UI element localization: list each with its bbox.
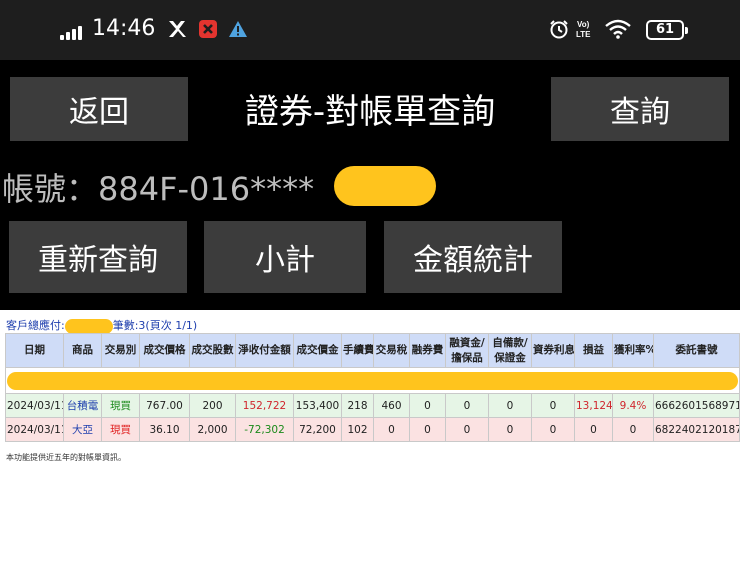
cell-price: 36.10 (139, 417, 190, 442)
svg-text:Vo): Vo) (577, 20, 590, 29)
redaction-mask (64, 318, 113, 334)
cell-trade-type: 現買 (101, 393, 140, 418)
col-product: 商品 (63, 333, 102, 368)
cell-shares: 2,000 (189, 417, 236, 442)
col-trade-type: 交易別 (101, 333, 140, 368)
cell-return-rate: 9.4% (612, 393, 654, 418)
warning-icon (229, 21, 247, 37)
account-number: 帳號：884F-016**** (2, 170, 315, 208)
cell-product[interactable]: 大亞 (63, 417, 102, 442)
col-net-amount: 淨收付金額 (235, 333, 294, 368)
status-bar: 14:46 Vo) LTE 61 (0, 0, 740, 60)
col-margin-collateral: 融資金/擔保品 (445, 333, 489, 368)
battery-icon: 61 (646, 20, 688, 40)
cell-deposit: 0 (488, 393, 532, 418)
col-fee: 手續費 (341, 333, 374, 368)
cell-interest: 0 (531, 393, 575, 418)
cell-short-fee: 0 (409, 393, 446, 418)
col-shares: 成交股數 (189, 333, 236, 368)
col-pnl: 損益 (574, 333, 613, 368)
col-order-number: 委託書號 (653, 333, 740, 368)
cell-return-rate: 0 (612, 417, 654, 442)
cell-order-number: 68224021201870 (653, 417, 740, 442)
signal-icon (60, 26, 86, 40)
cell-margin-collateral: 0 (445, 393, 489, 418)
cell-tax: 0 (373, 417, 410, 442)
cell-price: 767.00 (139, 393, 190, 418)
table-header-row: 日期 商品 交易別 成交價格 成交股數 淨收付金額 成交價金 手續費 交易稅 融… (5, 333, 740, 368)
cell-tax: 460 (373, 393, 410, 418)
cell-trade-type: 現買 (101, 417, 140, 442)
page-title: 證券-對帳單查詢 (244, 92, 496, 132)
cell-order-number: 66626015689710 (653, 393, 740, 418)
redacted-row (5, 367, 740, 394)
statement-table: 日期 商品 交易別 成交價格 成交股數 淨收付金額 成交價金 手續費 交易稅 融… (5, 333, 740, 442)
footnote: 本功能提供近五年的對帳單資訊。 (6, 453, 126, 462)
col-interest: 資券利息 (531, 333, 575, 368)
summary-count: 筆數:3(頁次 1/1) (112, 319, 198, 332)
app-x-icon (169, 21, 186, 37)
redaction-mask (7, 371, 738, 390)
requery-button[interactable]: 重新查詢 (9, 221, 187, 293)
cell-date: 2024/03/11 (5, 417, 64, 442)
cell-fee: 102 (341, 417, 374, 442)
col-price: 成交價格 (139, 333, 190, 368)
notification-x-icon (199, 20, 217, 38)
report-summary: 客戶總應付: 筆數:3(頁次 1/1) (6, 317, 197, 334)
alarm-icon (550, 20, 568, 39)
cell-product[interactable]: 台積電 (63, 393, 102, 418)
col-trade-value: 成交價金 (293, 333, 342, 368)
col-short-fee: 融券費 (409, 333, 446, 368)
col-deposit: 自備款/保證金 (488, 333, 532, 368)
table-row[interactable]: 2024/03/11 台積電 現買 767.00 200 152,722 153… (5, 393, 740, 418)
cell-pnl: 0 (574, 417, 613, 442)
cell-date: 2024/03/11 (5, 393, 64, 418)
cell-shares: 200 (189, 393, 236, 418)
back-button[interactable]: 返回 (10, 77, 188, 141)
redaction-mask (334, 166, 436, 206)
volte-icon: Vo) LTE (576, 20, 591, 39)
summary-payable-label: 客戶總應付: (6, 319, 65, 332)
table-row[interactable]: 2024/03/11 大亞 現買 36.10 2,000 -72,302 72,… (5, 417, 740, 442)
cell-fee: 218 (341, 393, 374, 418)
amount-stats-button[interactable]: 金額統計 (384, 221, 562, 293)
cell-interest: 0 (531, 417, 575, 442)
cell-net-amount: -72,302 (235, 417, 294, 442)
cell-deposit: 0 (488, 417, 532, 442)
clock: 14:46 (92, 16, 156, 41)
cell-margin-collateral: 0 (445, 417, 489, 442)
wifi-icon (605, 19, 631, 39)
cell-trade-value: 153,400 (293, 393, 342, 418)
cell-pnl: 13,124 (574, 393, 613, 418)
col-tax: 交易稅 (373, 333, 410, 368)
svg-text:LTE: LTE (576, 30, 591, 39)
col-return-rate: 獲利率% (612, 333, 654, 368)
query-button[interactable]: 查詢 (551, 77, 729, 141)
cell-net-amount: 152,722 (235, 393, 294, 418)
col-date: 日期 (5, 333, 64, 368)
cell-short-fee: 0 (409, 417, 446, 442)
cell-trade-value: 72,200 (293, 417, 342, 442)
subtotal-button[interactable]: 小計 (204, 221, 366, 293)
